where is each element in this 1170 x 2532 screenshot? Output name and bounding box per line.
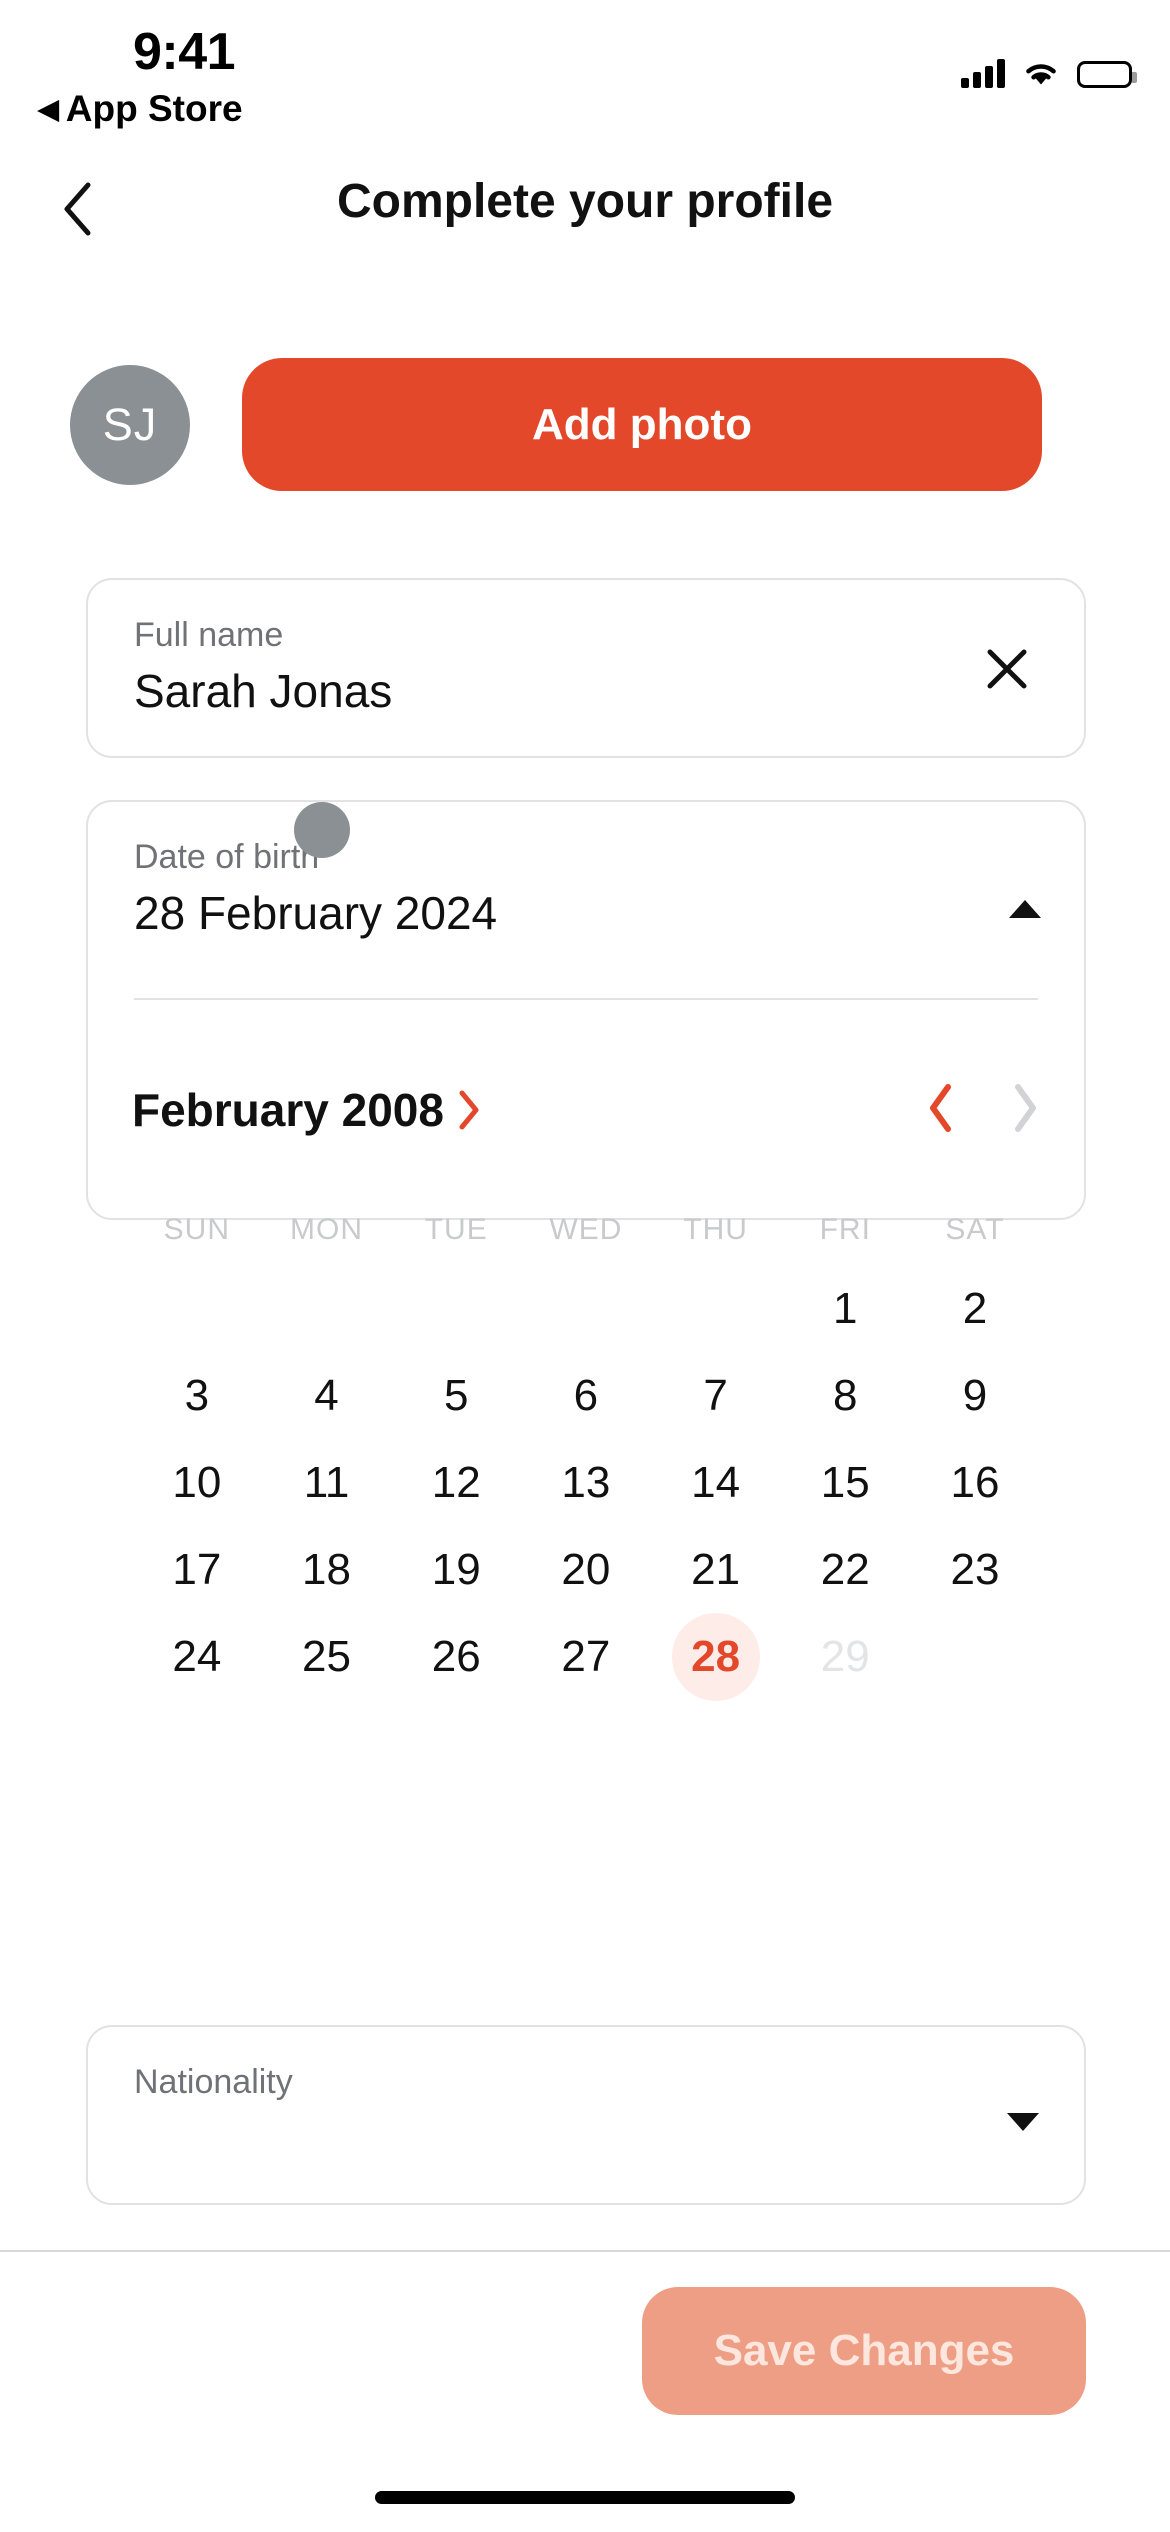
calendar-day[interactable]: 20 <box>521 1526 651 1613</box>
status-bar-time: 9:41 <box>133 23 236 81</box>
weekday-label: SAT <box>945 1213 1005 1246</box>
calendar-month-label: February 2008 <box>132 1084 444 1136</box>
add-photo-button[interactable]: Add photo <box>242 358 1042 491</box>
full-name-field[interactable]: Full name Sarah Jonas <box>86 578 1086 758</box>
calendar: February 2008 SUN MON TUE WED THU FRI SA… <box>132 1065 1040 1701</box>
calendar-day[interactable]: 1 <box>780 1265 910 1352</box>
caret-up-icon <box>1009 900 1041 918</box>
collapse-date-picker-button[interactable] <box>1008 898 1042 925</box>
calendar-prev-month-button[interactable] <box>926 1083 954 1138</box>
calendar-day[interactable]: 11 <box>262 1439 392 1526</box>
profile-photo-row: SJ Add photo <box>70 358 1042 491</box>
calendar-day[interactable]: 21 <box>651 1526 781 1613</box>
full-name-label: Full name <box>134 616 284 654</box>
calendar-day: 29 <box>820 1631 870 1681</box>
date-of-birth-value: 28 February 2024 <box>134 887 498 939</box>
calendar-week-row: 24 25 26 27 28 29 <box>132 1612 1040 1701</box>
status-bar: 9:41 ◀ App Store <box>0 0 1170 150</box>
calendar-day[interactable]: 18 <box>262 1526 392 1613</box>
touch-indicator <box>294 802 350 858</box>
nationality-field[interactable]: Nationality <box>86 2025 1086 2205</box>
calendar-day-empty <box>521 1265 651 1352</box>
calendar-grid: SUN MON TUE WED THU FRI SAT 1 2 3 4 5 6 7 8 9 10 1… <box>132 1195 1040 1701</box>
full-name-value: Sarah Jonas <box>134 665 393 717</box>
battery-full-icon <box>1077 61 1137 88</box>
calendar-day[interactable]: 4 <box>262 1352 392 1439</box>
footer-divider <box>0 2250 1170 2252</box>
nationality-label: Nationality <box>134 2063 293 2101</box>
calendar-header: February 2008 <box>132 1065 1040 1155</box>
calendar-day-empty <box>391 1265 521 1352</box>
calendar-day[interactable]: 6 <box>521 1352 651 1439</box>
calendar-week-row: 3456789 <box>132 1352 1040 1439</box>
calendar-day[interactable]: 26 <box>391 1613 521 1700</box>
weekday-label: MON <box>290 1213 364 1246</box>
calendar-week-row: 17 18 19 20 21 22 23 <box>132 1526 1040 1613</box>
weekday-label: THU <box>683 1213 748 1246</box>
avatar[interactable]: SJ <box>70 364 190 485</box>
status-bar-back-label: App Store <box>65 88 243 129</box>
calendar-week-row: 12 <box>132 1265 1040 1352</box>
weekday-label: TUE <box>424 1213 488 1246</box>
cellular-signal-icon <box>961 58 1005 88</box>
calendar-week-row: 10 11 12 13 14 15 16 <box>132 1439 1040 1526</box>
page-title: Complete your profile <box>336 175 834 228</box>
date-of-birth-label: Date of birth <box>134 838 320 876</box>
status-bar-indicators <box>961 48 1137 88</box>
caret-down-icon <box>1007 2113 1039 2131</box>
calendar-day[interactable]: 8 <box>780 1352 910 1439</box>
calendar-day-empty <box>262 1265 392 1352</box>
calendar-day[interactable]: 12 <box>391 1439 521 1526</box>
date-picker-divider <box>134 998 1038 1000</box>
calendar-day[interactable]: 2 <box>910 1265 1040 1352</box>
calendar-month-selector[interactable]: February 2008 <box>132 1083 480 1137</box>
calendar-day[interactable]: 19 <box>391 1526 521 1613</box>
calendar-day[interactable]: 17 <box>132 1526 262 1613</box>
calendar-day-highlight: 28 <box>671 1612 760 1701</box>
chevron-right-icon <box>1015 1083 1036 1132</box>
calendar-day[interactable]: 24 <box>132 1613 262 1700</box>
calendar-day[interactable]: 27 <box>521 1613 651 1700</box>
calendar-day-empty <box>651 1265 781 1352</box>
calendar-day[interactable]: 9 <box>910 1352 1040 1439</box>
weekday-label: FRI <box>819 1213 871 1246</box>
calendar-day[interactable]: 3 <box>132 1352 262 1439</box>
calendar-day[interactable]: 16 <box>910 1439 1040 1526</box>
weekday-label: WED <box>549 1213 623 1246</box>
calendar-day[interactable]: 13 <box>521 1439 651 1526</box>
status-bar-back-to-app[interactable]: ◀ App Store <box>38 88 243 130</box>
wifi-icon <box>1022 60 1060 88</box>
close-x-icon <box>987 649 1027 689</box>
calendar-day[interactable]: 10 <box>132 1439 262 1526</box>
avatar-initials: SJ <box>102 398 158 450</box>
calendar-day[interactable]: 22 <box>780 1526 910 1613</box>
phone-screen: 9:41 ◀ App Store Complete your profile S… <box>0 0 1170 2532</box>
calendar-day[interactable]: 14 <box>651 1439 781 1526</box>
weekday-label: SUN <box>163 1213 231 1246</box>
calendar-day[interactable]: 23 <box>910 1526 1040 1613</box>
calendar-day[interactable]: 5 <box>391 1352 521 1439</box>
calendar-weekday-row: SUN MON TUE WED THU FRI SAT <box>132 1195 1040 1265</box>
calendar-day-empty <box>910 1613 1040 1700</box>
home-indicator <box>375 2491 795 2504</box>
chevron-right-icon <box>459 1090 479 1130</box>
calendar-day[interactable]: 15 <box>780 1439 910 1526</box>
calendar-nav <box>926 1083 1040 1138</box>
calendar-day[interactable]: 7 <box>651 1352 781 1439</box>
clear-full-name-button[interactable] <box>974 636 1040 702</box>
calendar-day[interactable]: 25 <box>262 1613 392 1700</box>
navigation-bar: Complete your profile <box>0 160 1170 270</box>
triangle-left-icon: ◀ <box>38 93 59 124</box>
calendar-day-empty <box>132 1265 262 1352</box>
calendar-day-selected[interactable]: 28 <box>651 1612 781 1701</box>
chevron-left-icon <box>930 1083 951 1132</box>
calendar-next-month-button[interactable] <box>1012 1083 1040 1138</box>
open-nationality-dropdown-button[interactable] <box>1006 2111 1040 2138</box>
save-changes-button[interactable]: Save Changes <box>642 2287 1086 2415</box>
